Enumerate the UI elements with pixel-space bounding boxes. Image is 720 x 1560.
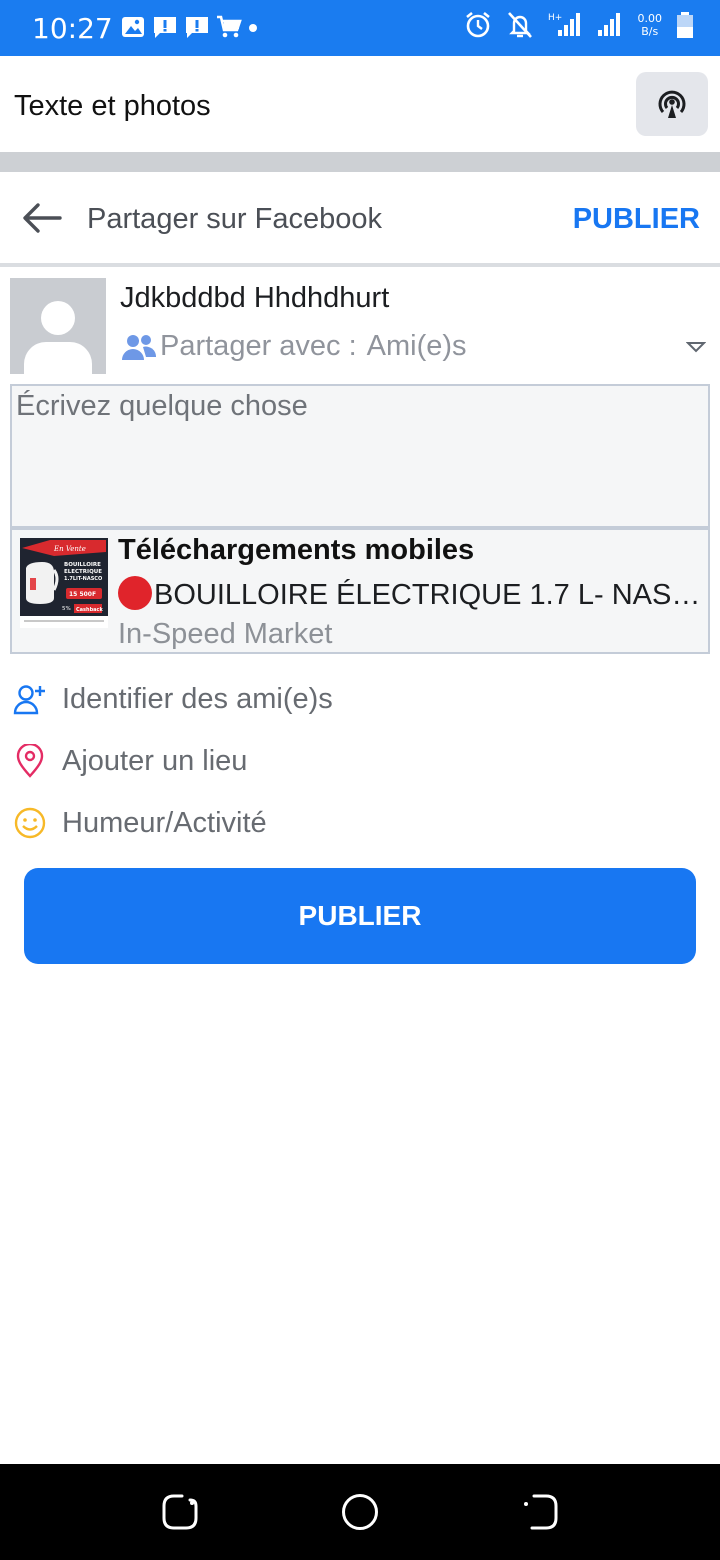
section-divider [0,152,720,172]
status-time: 10:27 [32,12,113,45]
notifications-off-icon [507,12,532,38]
network-type-label: H+ [548,13,562,23]
system-navigation-bar [0,1464,720,1560]
composer-placeholder: Écrivez quelque chose [16,390,308,422]
audience-label: Partager avec : [160,330,357,362]
publish-button[interactable]: PUBLIER [24,868,696,964]
tag-friends-label: Identifier des ami(e)s [62,682,333,715]
share-title: Partager sur Facebook [87,203,382,235]
link-preview-card[interactable]: En Vente BOUILLOIRE ELECTRIQUE 1.7LIT-NA… [10,528,710,654]
feeling-activity-option[interactable]: Humeur/Activité [12,798,712,848]
header-divider [0,263,720,267]
app-header: Texte et photos [0,56,720,152]
red-circle-icon [118,576,152,610]
link-thumbnail: En Vente BOUILLOIRE ELECTRIQUE 1.7LIT-NA… [20,538,108,628]
audience-selector[interactable]: Partager avec : Ami(e)s [122,330,467,363]
notification-icons [120,14,258,40]
thumb-banner: En Vente [53,545,86,553]
audience-value: Ami(e)s [366,330,467,362]
chevron-down-icon[interactable] [686,340,706,354]
net-speed-value: 0.00 [637,12,663,25]
signal-h-plus-icon: H+ [548,13,580,36]
back-arrow-icon[interactable] [20,200,62,236]
link-card-description: BOUILLOIRE ÉLECTRIQUE 1.7 L- NASCO [118,576,706,612]
thumb-line3: 1.7LIT-NASCO [64,576,102,582]
home-icon[interactable] [340,1492,380,1532]
tag-friends-icon [12,681,48,717]
post-text-input[interactable]: Écrivez quelque chose [10,384,710,528]
link-card-source: In-Speed Market [118,618,333,650]
signal-icon [597,13,620,36]
broadcast-button[interactable] [636,72,708,136]
message-alert-icon [154,17,176,38]
thumb-line2: ELECTRIQUE [64,569,102,575]
link-card-description-text: BOUILLOIRE ÉLECTRIQUE 1.7 L- NASCO [154,579,706,611]
share-header: Partager sur Facebook PUBLIER [0,172,720,264]
net-speed-unit: B/s [641,25,659,38]
publish-header-button[interactable]: PUBLIER [573,203,700,236]
recent-apps-icon[interactable] [160,1492,200,1532]
user-name: Jdkbddbd Hhdhdhurt [120,282,390,314]
app-title: Texte et photos [14,90,211,122]
add-location-option[interactable]: Ajouter un lieu [12,736,712,786]
thumb-line1: BOUILLOIRE [64,562,101,568]
back-nav-icon[interactable] [520,1492,560,1532]
location-pin-icon [12,743,48,779]
tag-friends-option[interactable]: Identifier des ami(e)s [12,674,712,724]
alarm-icon [465,11,490,38]
gallery-icon [122,17,144,37]
default-avatar-icon [24,301,92,374]
broadcast-icon [658,90,686,118]
message-alert-icon-2 [186,17,208,38]
thumb-price: 15 500F [69,591,96,598]
net-speed: 0.00 B/s [638,12,663,38]
kettle-product-image: En Vente BOUILLOIRE ELECTRIQUE 1.7LIT-NA… [20,538,108,628]
smiley-icon [12,805,48,841]
more-notifications-dot-icon [249,24,257,32]
feeling-activity-label: Humeur/Activité [62,806,267,839]
friends-icon [122,334,156,360]
thumb-promo-label: Cashback [76,607,103,613]
link-card-title: Téléchargements mobiles [118,534,475,566]
status-bar: 10:27 H+ 0.00 B/s [0,0,720,56]
add-location-label: Ajouter un lieu [62,744,248,777]
thumb-promo: 5% [62,606,71,612]
battery-icon [677,12,693,38]
status-right-icons: H+ 0.00 B/s [464,10,695,40]
cart-icon [217,15,242,38]
avatar[interactable] [10,278,106,374]
